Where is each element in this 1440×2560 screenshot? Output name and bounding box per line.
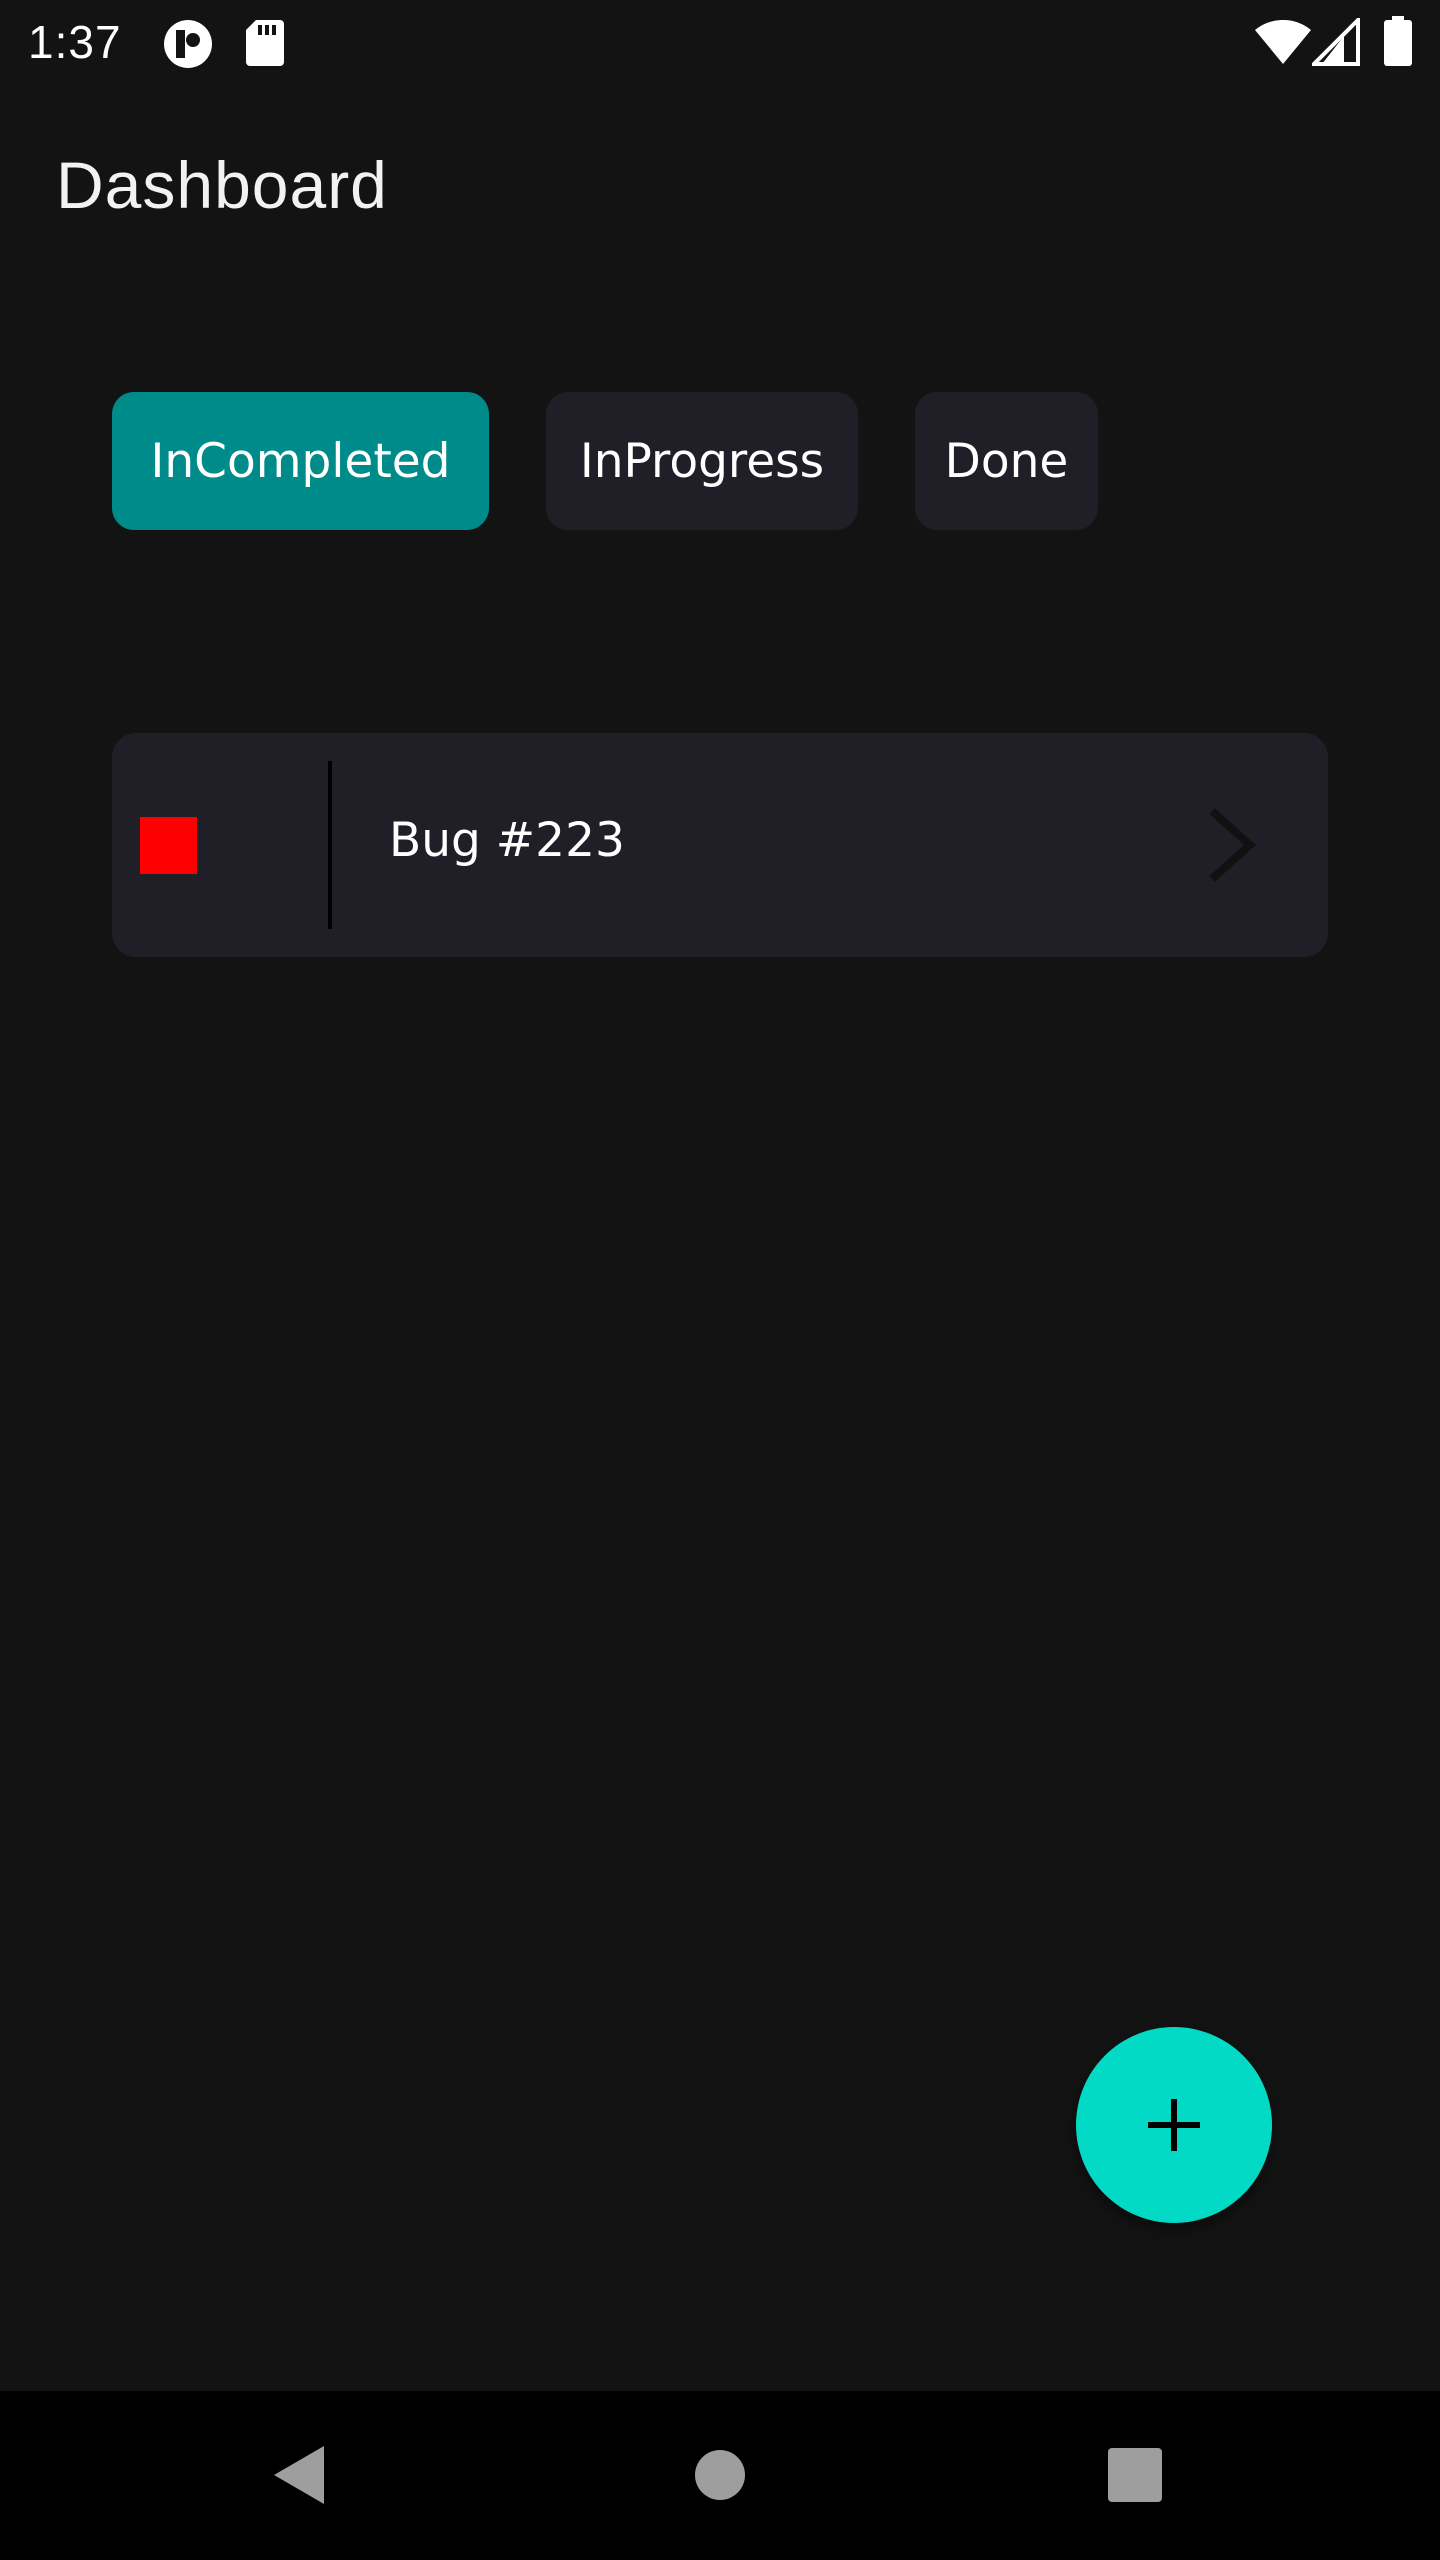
filter-chips: InCompleted InProgress Done: [112, 392, 1098, 530]
recents-icon[interactable]: [1108, 2448, 1162, 2506]
add-task-button[interactable]: [1076, 2027, 1272, 2223]
status-bar: 1:37: [0, 0, 1440, 84]
chevron-right-icon: [1209, 808, 1256, 882]
notification-app-icon: [162, 18, 214, 74]
plus-icon: [1148, 2099, 1200, 2151]
signal-icon: [1309, 15, 1360, 70]
back-icon[interactable]: [272, 2444, 326, 2510]
home-icon[interactable]: [694, 2449, 746, 2505]
status-time: 1:37: [28, 16, 122, 68]
battery-icon: [1384, 16, 1412, 70]
task-title: Bug #223: [389, 813, 625, 868]
wifi-icon: [1255, 19, 1311, 68]
card-divider: [328, 761, 332, 929]
chip-incompleted[interactable]: InCompleted: [112, 392, 489, 530]
page-title: Dashboard: [56, 148, 388, 222]
task-card[interactable]: Bug #223: [112, 733, 1328, 957]
chip-done[interactable]: Done: [915, 392, 1098, 530]
priority-indicator: [140, 817, 197, 874]
sd-card-icon: [246, 20, 284, 70]
system-nav-bar: [0, 2391, 1440, 2560]
chip-inprogress[interactable]: InProgress: [546, 392, 858, 530]
